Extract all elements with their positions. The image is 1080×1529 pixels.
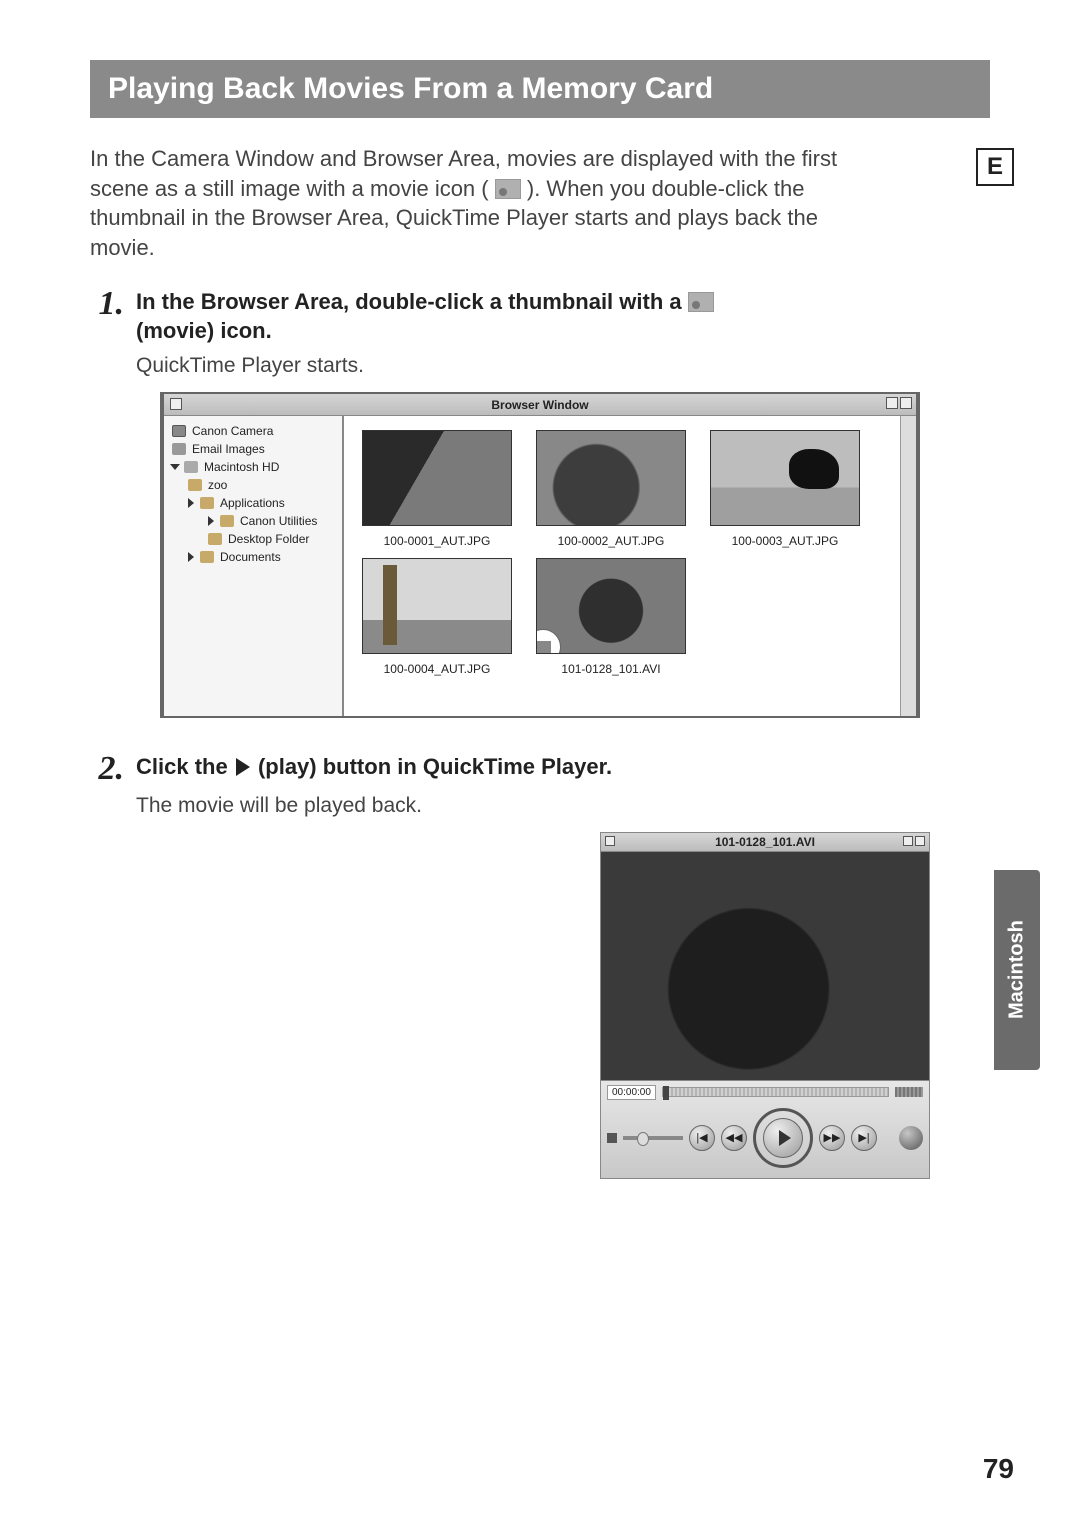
tree-label: Canon Utilities bbox=[240, 514, 317, 528]
folder-icon bbox=[200, 497, 214, 509]
tree-label: Applications bbox=[220, 496, 285, 510]
browser-thumbnails: 100-0001_AUT.JPG 100-0002_AUT.JPG 100-00… bbox=[344, 416, 900, 716]
thumbnail-image bbox=[536, 558, 686, 654]
step-2-title: Click the (play) button in QuickTime Pla… bbox=[136, 752, 612, 782]
thumbnail-image bbox=[362, 558, 512, 654]
thumbnail-label: 101-0128_101.AVI bbox=[536, 662, 686, 676]
folder-icon bbox=[200, 551, 214, 563]
camera-icon bbox=[172, 425, 186, 437]
tree-item-email[interactable]: Email Images bbox=[168, 440, 338, 458]
disclosure-triangle-icon[interactable] bbox=[188, 552, 194, 562]
quicktime-video-area bbox=[600, 852, 930, 1080]
thumbnail-label: 100-0002_AUT.JPG bbox=[536, 534, 686, 548]
thumbnail-item[interactable]: 100-0003_AUT.JPG bbox=[710, 430, 860, 548]
thumbnail-image bbox=[362, 430, 512, 526]
play-button[interactable] bbox=[763, 1118, 803, 1158]
tree-item-desktop[interactable]: Desktop Folder bbox=[168, 530, 338, 548]
thumbnail-label: 100-0003_AUT.JPG bbox=[710, 534, 860, 548]
jog-knob[interactable] bbox=[899, 1126, 923, 1150]
go-to-end-button[interactable]: ▶| bbox=[851, 1125, 877, 1151]
step-1-subtext: QuickTime Player starts. bbox=[136, 354, 990, 378]
step-1-title: In the Browser Area, double-click a thum… bbox=[136, 287, 714, 346]
thumbnail-item[interactable]: 100-0004_AUT.JPG bbox=[362, 558, 512, 676]
qt-close-icon[interactable] bbox=[605, 836, 615, 846]
tree-item-documents[interactable]: Documents bbox=[168, 548, 338, 566]
step-1-number: 1. bbox=[90, 287, 124, 321]
step-2-subtext: The movie will be played back. bbox=[136, 794, 990, 818]
play-icon bbox=[236, 758, 250, 776]
fast-forward-button[interactable]: ▶▶ bbox=[819, 1125, 845, 1151]
quicktime-titlebar: 101-0128_101.AVI bbox=[600, 832, 930, 852]
play-icon bbox=[779, 1130, 791, 1146]
step-2-number: 2. bbox=[90, 752, 124, 786]
tree-label: Desktop Folder bbox=[228, 532, 309, 546]
tree-label: Documents bbox=[220, 550, 281, 564]
email-icon bbox=[172, 443, 186, 455]
browser-window-title: Browser Window bbox=[491, 398, 588, 412]
qt-progress-bar[interactable] bbox=[662, 1087, 889, 1097]
qt-progress-end bbox=[895, 1087, 923, 1097]
tree-label: Macintosh HD bbox=[204, 460, 279, 474]
disclosure-triangle-icon[interactable] bbox=[188, 498, 194, 508]
intro-paragraph: In the Camera Window and Browser Area, m… bbox=[90, 144, 860, 263]
window-close-icon[interactable] bbox=[170, 398, 182, 410]
folder-icon bbox=[188, 479, 202, 491]
page-title: Playing Back Movies From a Memory Card bbox=[90, 60, 990, 118]
browser-window-screenshot: Browser Window Canon Camera Email Images… bbox=[160, 392, 920, 718]
thumbnail-label: 100-0004_AUT.JPG bbox=[362, 662, 512, 676]
section-badge: E bbox=[976, 148, 1014, 186]
page-number: 79 bbox=[983, 1453, 1014, 1485]
tree-item-applications[interactable]: Applications bbox=[168, 494, 338, 512]
tree-item-zoo[interactable]: zoo bbox=[168, 476, 338, 494]
play-button-highlight bbox=[753, 1108, 813, 1168]
rewind-button[interactable]: ◀◀ bbox=[721, 1125, 747, 1151]
volume-icon[interactable] bbox=[607, 1133, 617, 1143]
browser-tree: Canon Camera Email Images Macintosh HD z… bbox=[164, 416, 344, 716]
harddisk-icon bbox=[184, 461, 198, 473]
folder-icon bbox=[208, 533, 222, 545]
thumbnail-item[interactable]: 100-0001_AUT.JPG bbox=[362, 430, 512, 548]
window-controls[interactable] bbox=[886, 397, 912, 409]
thumbnail-item-movie[interactable]: 101-0128_101.AVI bbox=[536, 558, 686, 676]
movie-icon bbox=[495, 179, 521, 199]
step-2-title-a: Click the bbox=[136, 754, 234, 779]
go-to-start-button[interactable]: |◀ bbox=[689, 1125, 715, 1151]
tree-item-canon-utilities[interactable]: Canon Utilities bbox=[168, 512, 338, 530]
step-1: 1. In the Browser Area, double-click a t… bbox=[90, 287, 990, 346]
volume-slider[interactable] bbox=[623, 1136, 683, 1140]
tree-item-hd[interactable]: Macintosh HD bbox=[168, 458, 338, 476]
browser-window-titlebar: Browser Window bbox=[164, 394, 916, 416]
folder-icon bbox=[220, 515, 234, 527]
qt-window-controls[interactable] bbox=[903, 836, 925, 846]
movie-badge-icon bbox=[536, 629, 561, 654]
step-1-title-b: (movie) icon. bbox=[136, 318, 272, 343]
tree-label: Canon Camera bbox=[192, 424, 273, 438]
side-tab-macintosh: Macintosh bbox=[994, 870, 1040, 1070]
disclosure-triangle-icon[interactable] bbox=[208, 516, 214, 526]
qt-title: 101-0128_101.AVI bbox=[715, 835, 815, 849]
tree-item-camera[interactable]: Canon Camera bbox=[168, 422, 338, 440]
thumbnail-label: 100-0001_AUT.JPG bbox=[362, 534, 512, 548]
tree-label: Email Images bbox=[192, 442, 265, 456]
quicktime-player-screenshot: 101-0128_101.AVI 00:00:00 |◀ ◀◀ bbox=[600, 832, 930, 1179]
thumbnail-image bbox=[536, 430, 686, 526]
vertical-scrollbar[interactable] bbox=[900, 416, 916, 716]
thumbnail-image bbox=[710, 430, 860, 526]
thumbnail-item[interactable]: 100-0002_AUT.JPG bbox=[536, 430, 686, 548]
qt-timecode: 00:00:00 bbox=[607, 1085, 656, 1100]
step-2: 2. Click the (play) button in QuickTime … bbox=[90, 752, 990, 786]
tree-label: zoo bbox=[208, 478, 227, 492]
step-1-title-a: In the Browser Area, double-click a thum… bbox=[136, 289, 688, 314]
step-2-title-b: (play) button in QuickTime Player. bbox=[258, 754, 612, 779]
disclosure-triangle-icon[interactable] bbox=[170, 464, 180, 470]
movie-icon bbox=[688, 292, 714, 312]
quicktime-controls: 00:00:00 |◀ ◀◀ ▶▶ ▶| bbox=[600, 1080, 930, 1179]
